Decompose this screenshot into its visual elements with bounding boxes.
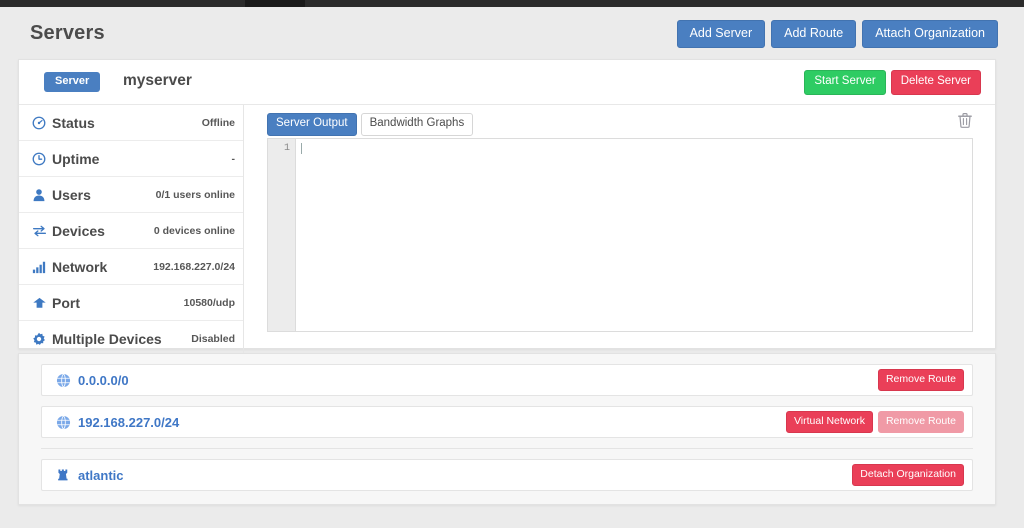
info-label-users: Users — [52, 186, 91, 203]
exchange-icon — [32, 224, 51, 238]
routes-organizations-panel: 0.0.0.0/0 Remove Route 192.168.227.0/24 … — [18, 353, 996, 505]
remove-route-button-disabled: Remove Route — [877, 411, 964, 433]
editor-gutter: 1 — [268, 139, 296, 331]
info-value-uptime: - — [231, 152, 236, 165]
start-server-button[interactable]: Start Server — [804, 70, 886, 95]
info-label-devices: Devices — [52, 222, 105, 239]
add-route-button[interactable]: Add Route — [771, 20, 857, 48]
section-divider — [41, 448, 973, 449]
editor-caret — [301, 143, 302, 154]
info-row-network: Network 192.168.227.0/24 — [19, 249, 243, 285]
virtual-network-badge: Virtual Network — [785, 411, 873, 433]
clock-icon — [32, 152, 51, 166]
info-value-status: Offline — [201, 116, 235, 129]
info-value-port: 10580/udp — [183, 296, 235, 309]
editor-content[interactable] — [296, 139, 972, 331]
server-info-list: Status Offline Uptime - Users 0/1 users … — [19, 105, 244, 357]
server-card-actions: Start Server Delete Server — [804, 70, 981, 95]
page-header: Servers Add Server Add Route Attach Orga… — [0, 7, 1024, 59]
add-server-button[interactable]: Add Server — [676, 20, 766, 48]
info-label-multiple-devices: Multiple Devices — [52, 331, 162, 347]
header-actions: Add Server Add Route Attach Organization — [676, 20, 998, 48]
info-label-status: Status — [52, 114, 95, 131]
trash-icon[interactable] — [957, 112, 973, 128]
info-row-port: Port 10580/udp — [19, 285, 243, 321]
server-card: Server myserver Start Server Delete Serv… — [18, 59, 996, 357]
organization-actions: Detach Organization — [852, 464, 964, 486]
server-card-header: Server myserver Start Server Delete Serv… — [19, 60, 995, 105]
detach-organization-button[interactable]: Detach Organization — [852, 464, 964, 486]
browser-top-bar — [0, 0, 1024, 7]
organization-row[interactable]: atlantic Detach Organization — [41, 459, 973, 491]
info-row-multiple-devices: Multiple Devices Disabled — [19, 321, 243, 357]
delete-server-button[interactable]: Delete Server — [890, 70, 981, 95]
browser-tab-segment — [245, 0, 305, 7]
info-label-uptime: Uptime — [52, 150, 100, 167]
info-row-devices: Devices 0 devices online — [19, 213, 243, 249]
user-icon — [32, 188, 51, 202]
tab-bandwidth-graphs[interactable]: Bandwidth Graphs — [360, 113, 474, 136]
server-name: myserver — [123, 72, 192, 89]
tab-server-output[interactable]: Server Output — [267, 113, 357, 136]
route-label: 0.0.0.0/0 — [78, 372, 129, 388]
info-value-devices: 0 devices online — [153, 224, 235, 237]
dashboard-icon — [32, 116, 51, 130]
upload-icon — [32, 296, 51, 310]
page-title: Servers — [30, 22, 105, 44]
route-actions: Remove Route — [877, 369, 964, 391]
globe-icon — [56, 373, 78, 388]
rook-icon — [56, 468, 78, 483]
route-actions: Virtual Network Remove Route — [785, 411, 964, 433]
attach-organization-button[interactable]: Attach Organization — [862, 20, 998, 48]
output-tabs: Server Output Bandwidth Graphs — [267, 113, 474, 136]
remove-route-button[interactable]: Remove Route — [877, 369, 964, 391]
info-label-port: Port — [52, 294, 80, 311]
info-label-network: Network — [52, 258, 108, 275]
info-row-status: Status Offline — [19, 105, 243, 141]
server-type-badge: Server — [44, 72, 101, 92]
globe-icon — [56, 415, 78, 430]
route-row-virtual[interactable]: 192.168.227.0/24 Virtual Network Remove … — [41, 406, 973, 438]
server-output-panel: Server Output Bandwidth Graphs 1 — [245, 105, 995, 348]
route-label: 192.168.227.0/24 — [78, 414, 180, 430]
organization-label: atlantic — [78, 467, 124, 483]
info-value-users: 0/1 users online — [155, 188, 235, 201]
server-output-editor[interactable]: 1 — [267, 138, 973, 332]
gear-icon — [32, 332, 51, 346]
info-value-network: 192.168.227.0/24 — [153, 260, 235, 273]
route-row-default[interactable]: 0.0.0.0/0 Remove Route — [41, 364, 973, 396]
info-row-uptime: Uptime - — [19, 141, 243, 177]
info-value-multiple-devices: Disabled — [191, 333, 235, 345]
signal-icon — [32, 260, 51, 274]
info-row-users: Users 0/1 users online — [19, 177, 243, 213]
